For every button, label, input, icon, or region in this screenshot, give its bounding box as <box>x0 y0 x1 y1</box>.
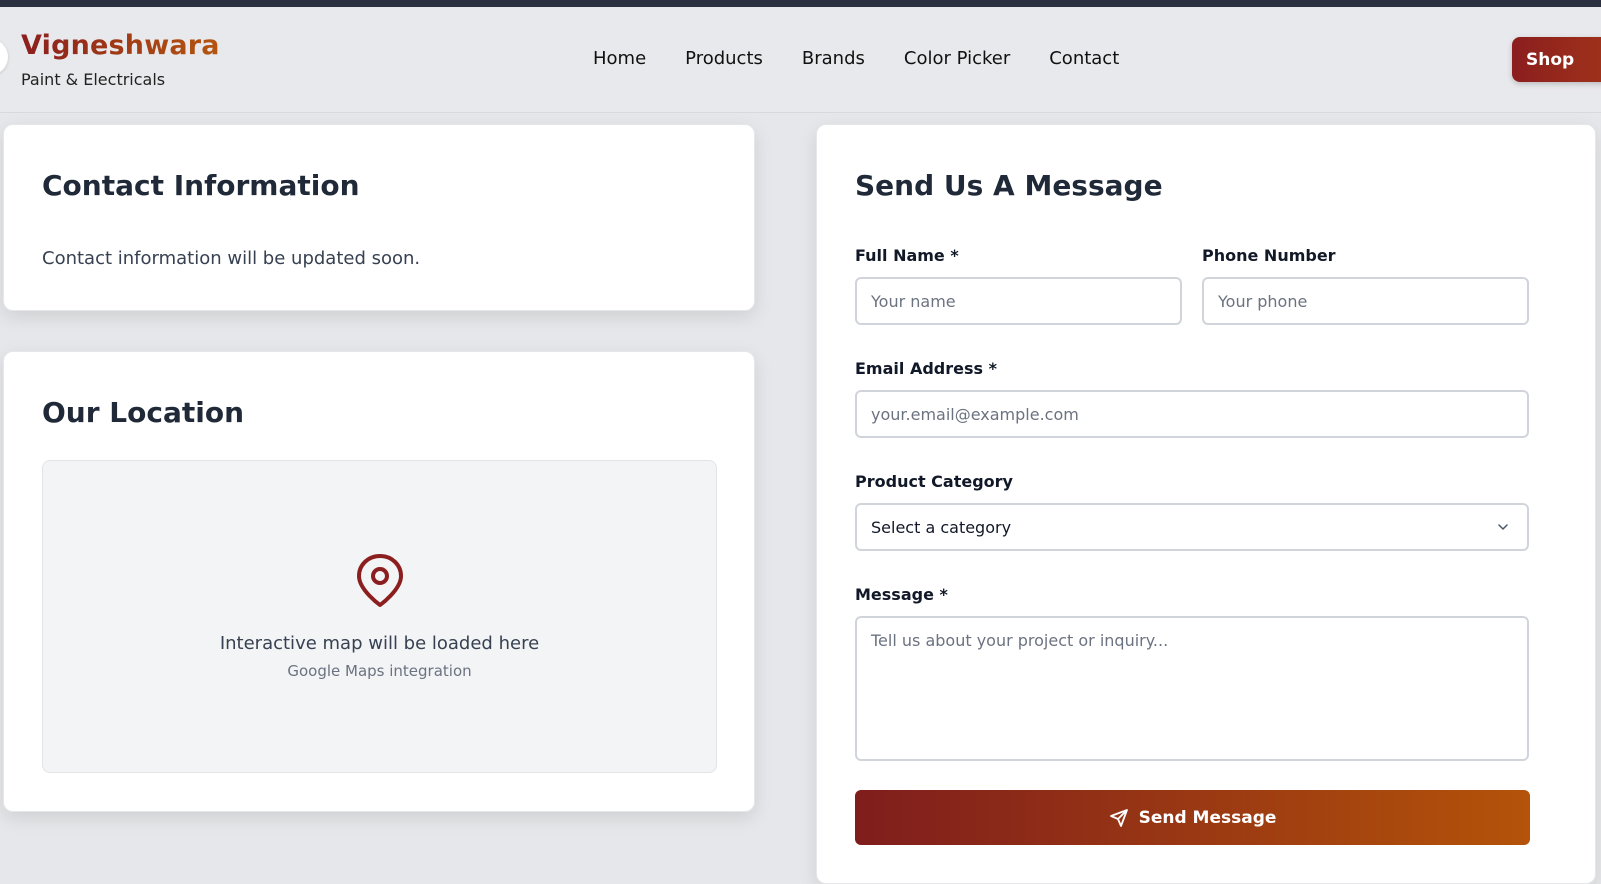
main-nav: Home Products Brands Color Picker Contac… <box>593 48 1158 69</box>
nav-brands[interactable]: Brands <box>802 48 865 69</box>
map-placeholder[interactable]: Interactive map will be loaded here Goog… <box>42 460 717 773</box>
nav-home[interactable]: Home <box>593 48 646 69</box>
category-label: Product Category <box>855 472 1013 491</box>
send-message-button[interactable]: Send Message <box>855 790 1530 845</box>
top-border <box>0 0 1601 7</box>
email-label: Email Address * <box>855 359 997 378</box>
full-name-placeholder: Your name <box>871 291 956 311</box>
email-input[interactable]: your.email@example.com <box>855 390 1529 438</box>
full-name-input[interactable]: Your name <box>855 277 1182 325</box>
category-value: Select a category <box>871 517 1012 537</box>
location-card: Our Location Interactive map will be loa… <box>3 351 755 812</box>
send-icon <box>1109 808 1128 827</box>
message-placeholder: Tell us about your project or inquiry... <box>871 631 1169 650</box>
send-message-label: Send Message <box>1138 807 1277 828</box>
chevron-down-icon <box>1498 524 1508 530</box>
brand-subtitle: Paint & Electricals <box>21 70 166 89</box>
full-name-label: Full Name * <box>855 246 959 265</box>
map-title: Interactive map will be loaded here <box>219 633 540 654</box>
site-header: Vigneshwara Paint & Electricals Home Pro… <box>0 7 1601 113</box>
logo-icon[interactable] <box>0 39 8 75</box>
location-title: Our Location <box>42 396 245 429</box>
map-subtitle: Google Maps integration <box>287 662 472 680</box>
brand-title[interactable]: Vigneshwara <box>21 30 220 61</box>
map-pin-icon <box>357 554 403 607</box>
message-form-card: Send Us A Message Full Name * Your name … <box>816 124 1596 884</box>
contact-information-title: Contact Information <box>42 169 360 202</box>
contact-information-card: Contact Information Contact information … <box>3 124 755 311</box>
email-placeholder: your.email@example.com <box>871 404 1079 424</box>
message-label: Message * <box>855 585 948 604</box>
nav-color-picker[interactable]: Color Picker <box>904 48 1010 69</box>
phone-input[interactable]: Your phone <box>1202 277 1529 325</box>
phone-placeholder: Your phone <box>1218 291 1308 311</box>
category-select[interactable]: Select a category <box>855 503 1529 551</box>
form-title: Send Us A Message <box>855 169 1163 202</box>
phone-label: Phone Number <box>1202 246 1336 265</box>
message-textarea[interactable]: Tell us about your project or inquiry... <box>855 616 1529 761</box>
nav-contact[interactable]: Contact <box>1049 48 1119 69</box>
nav-products[interactable]: Products <box>685 48 763 69</box>
contact-information-text: Contact information will be updated soon… <box>42 248 421 269</box>
shop-button[interactable]: Shop <box>1512 37 1601 82</box>
